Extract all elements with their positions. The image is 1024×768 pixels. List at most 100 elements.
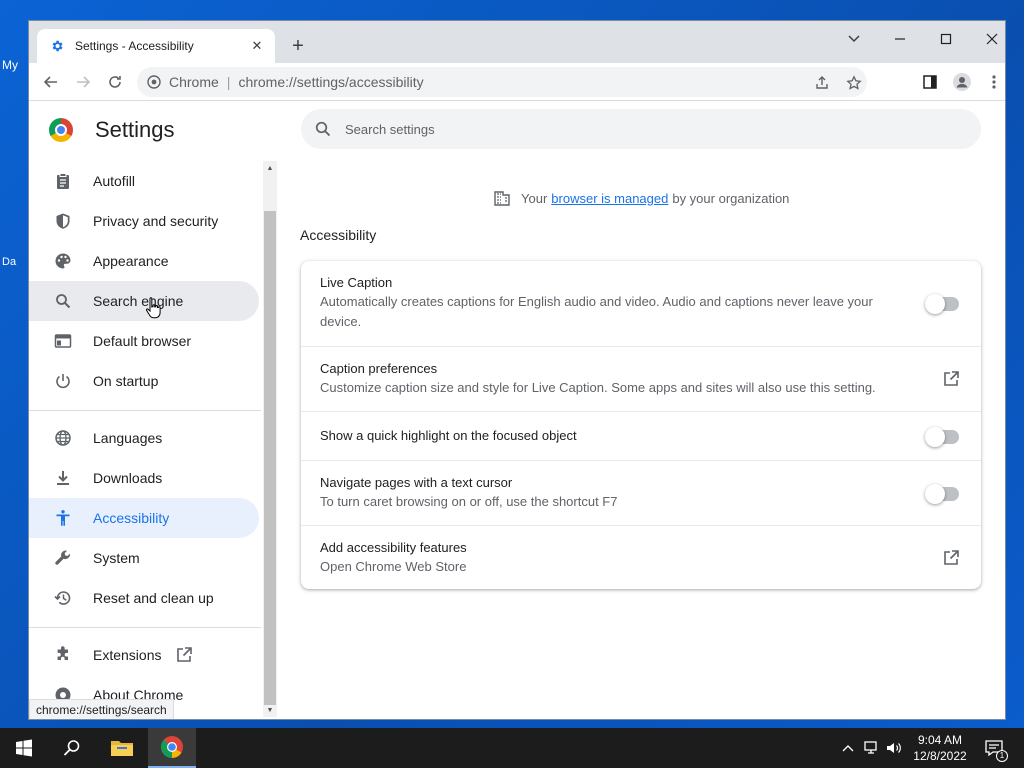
- taskbar-search-button[interactable]: [48, 728, 96, 768]
- search-settings-box[interactable]: [301, 109, 981, 149]
- history-icon: [53, 588, 73, 608]
- focus-highlight-toggle[interactable]: [925, 427, 959, 447]
- sidebar-item-label: Reset and clean up: [93, 590, 214, 606]
- file-explorer-taskbar-icon[interactable]: [98, 728, 146, 768]
- section-title: Accessibility: [300, 227, 377, 243]
- maximize-button[interactable]: [923, 25, 969, 53]
- desktop-icon-label[interactable]: My: [2, 58, 18, 72]
- setting-row-caption-preferences[interactable]: Caption preferences Customize caption si…: [301, 346, 981, 411]
- volume-icon[interactable]: [884, 738, 904, 758]
- notification-count-badge: 1: [996, 750, 1008, 762]
- start-button[interactable]: [0, 728, 48, 768]
- managed-notice: Your browser is managed by your organiza…: [493, 189, 789, 207]
- external-link-icon[interactable]: [941, 548, 961, 568]
- search-input[interactable]: [345, 121, 945, 137]
- sidebar-item-extensions[interactable]: Extensions: [29, 635, 259, 675]
- live-caption-toggle[interactable]: [925, 294, 959, 314]
- sidebar-item-languages[interactable]: Languages: [29, 418, 259, 458]
- sidebar-item-label: Default browser: [93, 333, 192, 349]
- sidebar-divider: [29, 627, 261, 628]
- back-button[interactable]: [37, 68, 65, 96]
- minimize-button[interactable]: [877, 25, 923, 53]
- external-link-icon[interactable]: [941, 369, 961, 389]
- palette-icon: [53, 251, 73, 271]
- bookmark-star-icon[interactable]: [843, 72, 865, 94]
- clock-date: 12/8/2022: [913, 749, 967, 763]
- sidebar-item-label: Languages: [93, 430, 163, 446]
- sidebar-item-label: Accessibility: [93, 510, 170, 526]
- hand-cursor-icon: [145, 297, 161, 319]
- url-text[interactable]: chrome://settings/accessibility: [238, 74, 423, 90]
- setting-subtitle: Customize caption size and style for Liv…: [320, 380, 876, 395]
- sidebar-item-label: Search engine: [93, 293, 184, 309]
- close-window-button[interactable]: [969, 25, 1005, 53]
- taskbar-clock[interactable]: 9:04 AM 12/8/2022: [906, 732, 974, 764]
- globe-icon: [53, 428, 73, 448]
- setting-row-caret-browsing[interactable]: Navigate pages with a text cursor To tur…: [301, 460, 981, 525]
- profile-avatar[interactable]: [948, 68, 976, 96]
- sidebar-item-label: Extensions: [93, 647, 162, 663]
- sidebar-divider: [29, 410, 261, 411]
- reload-button[interactable]: [101, 68, 129, 96]
- desktop-icon-label[interactable]: Da: [2, 256, 16, 268]
- sidebar-item-label: On startup: [93, 373, 159, 389]
- notification-center-icon[interactable]: 1: [982, 738, 1008, 762]
- sidebar-item-default-browser[interactable]: Default browser: [29, 321, 259, 361]
- setting-subtitle: Automatically creates captions for Engli…: [320, 294, 873, 329]
- tab-settings-accessibility[interactable]: Settings - Accessibility ✕: [37, 29, 275, 63]
- show-hidden-icons-chevron-icon[interactable]: [838, 738, 858, 758]
- browser-toolbar: Chrome | chrome://settings/accessibility: [29, 63, 1005, 101]
- managed-prefix: Your: [521, 190, 548, 206]
- wrench-icon: [53, 548, 73, 568]
- sidebar-item-system[interactable]: System: [29, 538, 259, 578]
- network-icon[interactable]: [862, 738, 882, 758]
- url-separator: |: [226, 74, 231, 90]
- scroll-up-arrow-icon[interactable]: ▲: [263, 161, 277, 175]
- sidebar-item-label: Downloads: [93, 470, 163, 486]
- more-menu-icon[interactable]: [980, 68, 1005, 96]
- status-bar-url: chrome://settings/search: [29, 699, 174, 719]
- setting-row-focus-highlight[interactable]: Show a quick highlight on the focused ob…: [301, 411, 981, 460]
- sidebar-item-autofill[interactable]: Autofill: [29, 161, 259, 201]
- tab-strip: Settings - Accessibility ✕ +: [29, 21, 1005, 63]
- setting-title: Add accessibility features: [320, 540, 467, 555]
- setting-title: Show a quick highlight on the focused ob…: [320, 428, 577, 443]
- chrome-taskbar-icon[interactable]: [148, 728, 196, 768]
- new-tab-button[interactable]: +: [287, 35, 309, 57]
- sidebar-item-appearance[interactable]: Appearance: [29, 241, 259, 281]
- sidebar-item-accessibility[interactable]: Accessibility: [29, 498, 259, 538]
- toggle-knob: [925, 484, 945, 504]
- share-icon[interactable]: [811, 72, 833, 94]
- accessibility-settings-card: Live Caption Automatically creates capti…: [301, 261, 981, 589]
- browser-managed-link[interactable]: browser is managed: [551, 191, 668, 206]
- sidebar-item-reset-and-clean-up[interactable]: Reset and clean up: [29, 578, 259, 618]
- caret-browsing-toggle[interactable]: [925, 484, 959, 504]
- taskbar: 9:04 AM 12/8/2022 1: [0, 728, 1024, 768]
- setting-row-live-caption[interactable]: Live Caption Automatically creates capti…: [301, 261, 981, 346]
- sidebar-scrollbar[interactable]: ▲ ▼: [263, 161, 277, 717]
- forward-button[interactable]: [69, 68, 97, 96]
- chrome-site-icon: [147, 75, 161, 89]
- close-tab-icon[interactable]: ✕: [249, 38, 265, 54]
- side-panel-button[interactable]: [916, 68, 944, 96]
- settings-page: Settings Autofill Privacy and security A…: [29, 101, 1005, 719]
- scrollbar-thumb[interactable]: [264, 211, 276, 705]
- settings-header: Settings: [49, 117, 175, 143]
- browser-icon: [53, 331, 73, 351]
- gear-icon: [49, 38, 65, 54]
- setting-title: Live Caption: [320, 275, 393, 290]
- sidebar-item-privacy-and-security[interactable]: Privacy and security: [29, 201, 259, 241]
- setting-row-add-accessibility-features[interactable]: Add accessibility features Open Chrome W…: [301, 525, 981, 589]
- power-icon: [53, 371, 73, 391]
- accessibility-icon: [53, 508, 73, 528]
- chrome-logo-icon: [49, 118, 73, 142]
- sidebar-item-downloads[interactable]: Downloads: [29, 458, 259, 498]
- sidebar-item-label: Autofill: [93, 173, 136, 189]
- tab-search-button[interactable]: [831, 25, 877, 53]
- address-bar[interactable]: Chrome | chrome://settings/accessibility: [137, 67, 867, 97]
- chrome-window: Settings - Accessibility ✕ + Chrome | ch…: [28, 20, 1006, 720]
- scroll-down-arrow-icon[interactable]: ▼: [263, 703, 277, 717]
- download-icon: [53, 468, 73, 488]
- sidebar-item-on-startup[interactable]: On startup: [29, 361, 259, 401]
- tab-title: Settings - Accessibility: [75, 39, 194, 53]
